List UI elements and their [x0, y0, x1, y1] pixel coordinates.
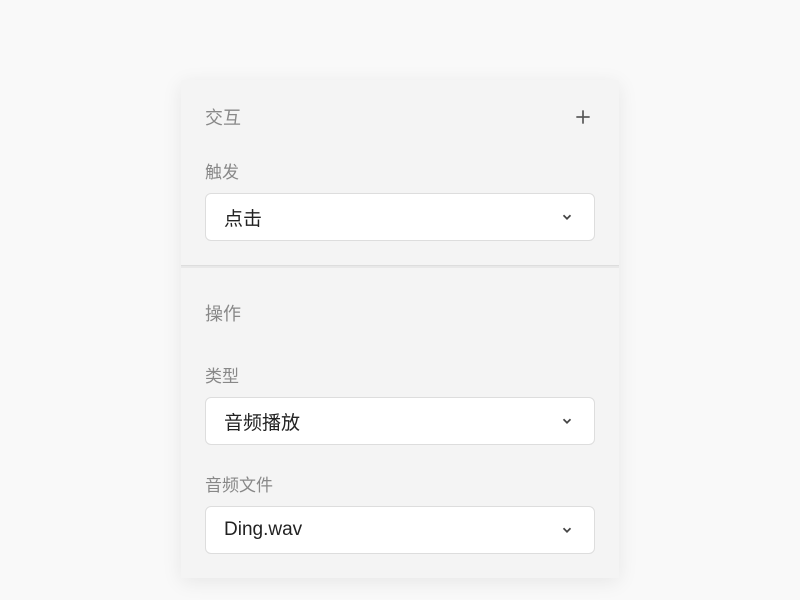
plus-icon [573, 107, 593, 127]
type-value: 音频播放 [224, 408, 300, 435]
audio-file-value: Ding.wav [224, 519, 302, 541]
interaction-section: 交互 触发 点击 [181, 80, 619, 265]
interaction-header: 交互 [181, 80, 619, 142]
interaction-title: 交互 [205, 104, 241, 130]
type-field-group: 类型 音频播放 [205, 362, 595, 445]
add-interaction-button[interactable] [571, 105, 595, 129]
action-fields: 类型 音频播放 音频文件 Ding.wav [181, 334, 619, 578]
trigger-value: 点击 [224, 204, 262, 231]
trigger-label: 触发 [205, 158, 595, 183]
trigger-select[interactable]: 点击 [205, 193, 595, 241]
interaction-panel: 交互 触发 点击 操作 [181, 80, 619, 578]
audio-file-field-group: 音频文件 Ding.wav [205, 471, 595, 554]
action-title: 操作 [205, 300, 595, 326]
trigger-field-group: 触发 点击 [181, 142, 619, 265]
type-label: 类型 [205, 362, 595, 387]
chevron-down-icon [558, 208, 576, 226]
chevron-down-icon [558, 521, 576, 539]
action-header: 操作 [181, 276, 619, 334]
chevron-down-icon [558, 412, 576, 430]
type-select[interactable]: 音频播放 [205, 397, 595, 445]
audio-file-select[interactable]: Ding.wav [205, 506, 595, 554]
action-section: 操作 类型 音频播放 音频文件 Ding.wav [181, 268, 619, 578]
audio-file-label: 音频文件 [205, 471, 595, 496]
